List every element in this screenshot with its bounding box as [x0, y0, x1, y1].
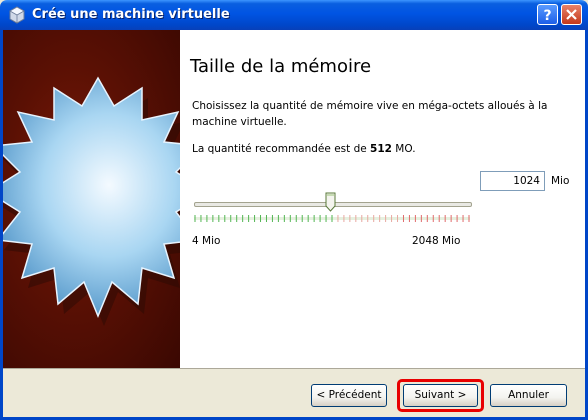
help-button[interactable]: ?	[537, 4, 558, 25]
slider-ticks	[194, 215, 470, 222]
recommended-prefix: La quantité recommandée est de	[192, 143, 371, 155]
recommended-value: 512	[370, 143, 392, 155]
wizard-content: Taille de la mémoire Choisissez la quant…	[180, 30, 585, 368]
page-description: Choisissez la quantité de mémoire vive e…	[192, 100, 548, 128]
memory-slider[interactable]	[194, 190, 472, 230]
memory-unit-label: Mio	[551, 175, 570, 187]
memory-size-input[interactable]: 1024	[480, 171, 545, 191]
help-icon: ?	[543, 8, 551, 24]
svg-text:?: ?	[543, 8, 551, 24]
virtualbox-icon	[8, 6, 26, 24]
cancel-button[interactable]: Annuler	[490, 384, 567, 407]
recommended-text: La quantité recommandée est de 512 MO.	[192, 143, 416, 155]
slider-thumb[interactable]	[325, 192, 336, 212]
close-icon	[566, 9, 577, 20]
slider-max-label: 2048 Mio	[412, 235, 461, 247]
slider-min-label: 4 Mio	[192, 235, 221, 247]
footer-divider	[3, 368, 585, 369]
window-title: Crée une machine virtuelle	[32, 7, 230, 22]
previous-button[interactable]: < Précédent	[311, 384, 387, 407]
title-bar[interactable]: Crée une machine virtuelle ?	[0, 0, 588, 30]
recommended-suffix: MO.	[391, 143, 416, 155]
wizard-banner	[3, 30, 180, 368]
page-title: Taille de la mémoire	[190, 56, 372, 77]
close-button[interactable]	[561, 4, 582, 25]
starburst-icon	[3, 76, 180, 326]
wizard-window: Crée une machine virtuelle ? Taille de l…	[0, 0, 588, 420]
next-button-highlight	[397, 379, 484, 412]
